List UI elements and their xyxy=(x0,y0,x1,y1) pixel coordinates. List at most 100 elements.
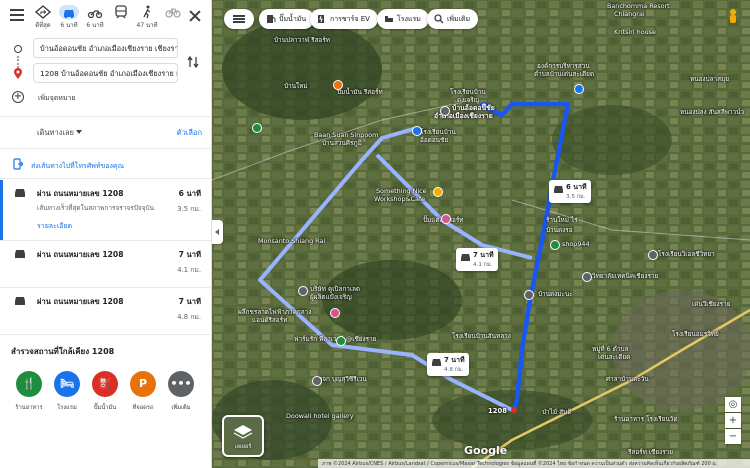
chip-more[interactable]: เพิ่มเติม xyxy=(427,9,479,29)
poi-marker[interactable] xyxy=(574,84,584,94)
route-time: 7 นาที xyxy=(178,250,201,259)
swap-icon[interactable] xyxy=(187,55,199,69)
mode-bicycle[interactable] xyxy=(160,3,186,31)
map-label[interactable]: shop944 xyxy=(562,240,590,248)
map-label[interactable]: โรงเรียนบ้าน xyxy=(420,128,456,136)
route-option-3[interactable]: ผ่าน ถนนหมายเลข 1208 7 นาที 4.8 กม. xyxy=(0,288,211,334)
map-label[interactable]: ร้านใหม่ ไร่ xyxy=(546,216,578,224)
add-destination-label: เพิ่มจุดหมาย xyxy=(38,94,76,102)
car-icon xyxy=(554,186,563,193)
route-time-label[interactable]: 6 นาที 3.5 กม. xyxy=(549,180,591,203)
chip-label: โรงแรม xyxy=(397,15,421,23)
route-details-link[interactable]: รายละเอียด xyxy=(37,221,72,232)
poi-marker[interactable] xyxy=(336,336,346,346)
route-option-1[interactable]: ผ่าน ถนนหมายเลข 1208 6 นาที เส้นทางเร็วท… xyxy=(0,180,211,240)
poi-marker[interactable] xyxy=(524,290,534,300)
zoom-in-button[interactable]: + xyxy=(725,413,741,428)
map-label[interactable]: โรงเรียนบ้าน xyxy=(450,88,486,96)
chip-gas-stations[interactable]: ปั๊มน้ำมัน xyxy=(259,9,315,29)
map-label[interactable]: ร้านอาหาร โรงเรียนวัด xyxy=(614,415,678,423)
poi-marker[interactable] xyxy=(582,272,592,282)
car-icon xyxy=(59,5,79,19)
map-label[interactable]: หมู่ที่ 6 ตำบล xyxy=(592,345,628,353)
poi-marker[interactable] xyxy=(333,80,343,90)
category-parking[interactable]: P ที่จอดรถ xyxy=(124,371,162,412)
chip-hotels[interactable]: โรงแรม xyxy=(377,9,429,29)
satellite-map[interactable]: ปั๊มน้ำมัน การชาร์จ EV โรงแรม เพิ่มเติม … xyxy=(212,0,750,468)
map-label[interactable]: Monsanto Shiang Rai xyxy=(258,237,325,245)
map-label[interactable]: Something Nice xyxy=(376,187,427,195)
poi-marker[interactable] xyxy=(648,250,658,260)
collapse-panel-button[interactable] xyxy=(212,220,223,244)
attribution-bar: ภาพ ©2024 Airbus/CNES / Airbus/Landsat /… xyxy=(318,459,750,468)
mode-best[interactable]: ดีที่สุด xyxy=(30,3,56,31)
mode-motorcycle[interactable]: 6 นาที xyxy=(82,3,108,31)
map-label[interactable]: บ้านปลาวาฬ รีสอร์ท xyxy=(274,36,330,44)
map-label[interactable]: บ้านอ้อดอนชัย xyxy=(452,104,495,112)
map-label[interactable]: ศาลาบ้านตะวัน xyxy=(606,375,649,383)
map-label[interactable]: โรงเรียนบ้านสันทลาง xyxy=(452,332,511,340)
map-label[interactable]: โรงเรียนวิเอลชีวิทยา xyxy=(658,250,715,258)
map-label[interactable]: องค์การบริหารส่วน xyxy=(537,62,590,70)
map-label[interactable]: Kritsiri house xyxy=(614,28,656,36)
route-time-label[interactable]: 7 นาที 4.1 กม. xyxy=(456,248,498,271)
map-label[interactable]: ปั๊มน้ำมัน รีสอร์ท xyxy=(337,88,383,96)
map-label[interactable]: บ้านดงมะนะ xyxy=(538,290,573,298)
map-label: Chiangrai xyxy=(614,10,645,18)
map-label[interactable]: ผลึกชรลาดไฟฟ้าภาคกลาง xyxy=(238,308,311,316)
pegman-icon[interactable] xyxy=(726,8,740,24)
add-destination-button[interactable]: + เพิ่มจุดหมาย xyxy=(0,88,211,108)
mode-transit[interactable] xyxy=(108,3,134,31)
map-label[interactable]: ป่าไม้ สันติ xyxy=(542,408,572,416)
chip-ev-charging[interactable]: การชาร์จ EV xyxy=(310,9,378,29)
zoom-out-button[interactable]: − xyxy=(725,429,741,444)
layer-menu-button[interactable] xyxy=(224,9,254,29)
car-icon xyxy=(461,254,470,261)
poi-marker[interactable] xyxy=(440,106,450,116)
hotel-icon: 🛏 xyxy=(54,371,80,397)
map-label[interactable]: โรงเรียนอมรวิทย์ xyxy=(672,330,719,338)
menu-icon[interactable] xyxy=(10,9,24,21)
origin-input[interactable]: บ้านอ้อดอนชัย อำเภอเมืองเชียงราย เชียงรา… xyxy=(33,38,178,58)
map-label[interactable]: 1208 xyxy=(488,407,507,415)
route-label-time: 6 นาที xyxy=(566,183,587,191)
poi-marker[interactable] xyxy=(433,187,443,197)
route-description: เส้นทางเร็วที่สุดในสภาพการจราจรปัจจุบัน xyxy=(37,204,155,212)
poi-marker[interactable] xyxy=(412,126,422,136)
category-restaurants[interactable]: 🍴 ร้านอาหาร xyxy=(10,371,48,412)
departure-options-row: เดินทางเลย ตัวเลือก xyxy=(0,120,211,142)
layers-button[interactable]: เลเยอร์ xyxy=(222,415,264,457)
poi-marker[interactable] xyxy=(441,214,451,224)
poi-marker[interactable] xyxy=(312,376,322,386)
chip-label: เพิ่มเติม xyxy=(447,15,471,23)
poi-marker[interactable] xyxy=(330,308,340,318)
route-option-2[interactable]: ผ่าน ถนนหมายเลข 1208 7 นาที 4.1 กม. xyxy=(0,241,211,287)
map-label[interactable]: บริษัท คูเปิลกาเลต xyxy=(310,285,360,293)
close-icon[interactable] xyxy=(188,9,202,23)
map-label: บ้านใหม่ xyxy=(284,82,308,90)
poi-marker[interactable] xyxy=(298,286,308,296)
mode-best-label: ดีที่สุด xyxy=(35,22,51,29)
map-label: หนองปลง สันสลี่พาวน์ว xyxy=(680,108,745,116)
map-label[interactable]: หจก บุญสุวีซีรีเวน xyxy=(318,375,367,383)
route-dots xyxy=(17,56,19,68)
parking-icon: P xyxy=(130,371,156,397)
map-label[interactable]: วิทยาลัยเทคนิคเชียงราย xyxy=(592,272,658,280)
poi-marker[interactable] xyxy=(252,123,262,133)
mode-walk[interactable]: 47 นาที xyxy=(134,3,160,31)
mode-car[interactable]: 6 นาที xyxy=(56,3,82,31)
map-label[interactable]: Doowall hotel gallery xyxy=(286,412,354,420)
send-to-phone-link[interactable]: ส่งเส้นทางไปที่โทรศัพท์ของคุณ xyxy=(0,155,211,175)
destination-input[interactable]: 1208 บ้านอ้อดอนชัย อำเภอเมืองเชียงราย เช… xyxy=(33,63,178,83)
hotel-icon xyxy=(385,16,393,22)
my-location-icon[interactable]: ◎ xyxy=(725,397,741,412)
route-time-label[interactable]: 7 นาที 4.8 กม. xyxy=(427,353,469,376)
category-gas[interactable]: ⛽ ปั๊มน้ำมัน xyxy=(86,371,124,412)
map-label[interactable]: Banchomma Resort xyxy=(607,2,670,10)
map-label[interactable]: Baan Suan Sinpoom xyxy=(314,131,378,139)
options-button[interactable]: ตัวเลือก xyxy=(177,127,202,139)
category-more[interactable]: ••• เพิ่มเติม xyxy=(162,371,200,412)
depart-now-dropdown[interactable]: เดินทางเลย xyxy=(37,127,74,139)
poi-marker[interactable] xyxy=(550,240,560,250)
category-hotels[interactable]: 🛏 โรงแรม xyxy=(48,371,86,412)
